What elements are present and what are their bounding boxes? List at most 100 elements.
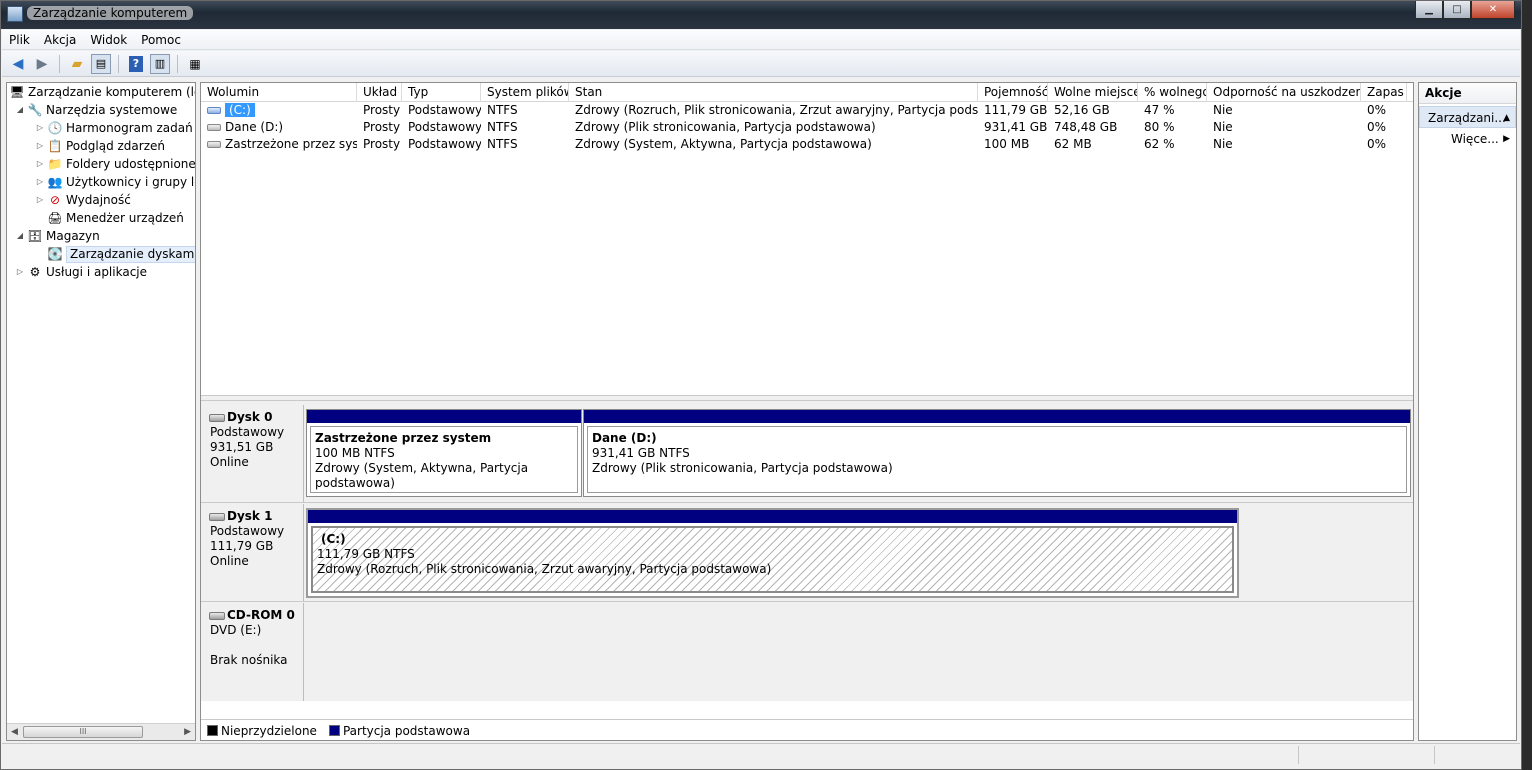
table-row[interactable]: Dane (D:) Prosty Podstawowy NTFS Zdrowy … (201, 119, 1413, 136)
volume-name: Dane (D:) (225, 120, 284, 134)
expand-icon[interactable]: ▷ (35, 155, 45, 173)
column-header-layout[interactable]: Układ (357, 83, 402, 102)
column-header-volume[interactable]: Wolumin (201, 83, 357, 102)
column-header-percent-free[interactable]: % wolnego (1138, 83, 1207, 102)
legend: Nieprzydzielone Partycja podstawowa (201, 719, 1413, 740)
partition-data-d[interactable]: Dane (D:) 931,41 GB NTFS Zdrowy (Plik st… (583, 409, 1411, 497)
volume-capacity: 111,79 GB (984, 103, 1048, 117)
show-hide-action-pane-button[interactable]: ▥ (150, 53, 170, 74)
minimize-button[interactable]: ▁ (1415, 1, 1443, 19)
volume-overhead: 0% (1367, 120, 1387, 134)
help-button[interactable]: ? (126, 54, 146, 74)
tree-item-services[interactable]: ▷ ⚙ Usługi i aplikacje (15, 263, 147, 281)
show-hide-action-icon: ▥ (154, 57, 166, 70)
menu-file[interactable]: Plik (2, 33, 37, 47)
scroll-right-icon[interactable]: ▶ (184, 727, 191, 737)
volume-capacity: 931,41 GB (984, 120, 1048, 134)
maximize-icon: □ (1452, 4, 1462, 15)
actions-group-disk-management[interactable]: Zarządzani... ▲ (1419, 106, 1516, 128)
collapse-icon[interactable]: ◢ (15, 227, 25, 245)
up-folder-button[interactable]: ▰ (67, 54, 87, 74)
properties-icon: ▦ (189, 56, 201, 71)
console-tree[interactable]: 🖥 Zarządzanie komputerem (loka ◢ 🔧 Narzę… (6, 82, 196, 741)
disk-row-1[interactable]: Dysk 1 Podstawowy 111,79 GB Online (C:) … (201, 504, 1413, 602)
tree-item-shared-folders[interactable]: ▷ 📁 Foldery udostępnione (35, 155, 195, 173)
column-header-overhead[interactable]: Zapas (1361, 83, 1407, 102)
tree-item-disk-management[interactable]: 💽 Zarządzanie dyskami (35, 245, 195, 263)
tree-item-local-users[interactable]: ▷ 👥 Użytkownicy i grupy lok (35, 173, 195, 191)
title-bar[interactable]: Zarządzanie komputerem ▁ □ ✕ (1, 1, 1521, 29)
table-row[interactable]: (C:) Prosty Podstawowy NTFS Zdrowy (Rozr… (201, 102, 1413, 119)
close-button[interactable]: ✕ (1471, 1, 1515, 19)
column-header-type[interactable]: Typ (402, 83, 481, 102)
tree-horizontal-scrollbar[interactable]: ◀ III ▶ (7, 723, 195, 740)
tree-item-task-scheduler[interactable]: ▷ 🕓 Harmonogram zadań (35, 119, 193, 137)
tree-item-performance[interactable]: ▷ ⊘ Wydajność (35, 191, 131, 209)
properties-button[interactable]: ▦ (185, 54, 205, 74)
back-button[interactable]: ◀ (8, 54, 28, 74)
expand-icon[interactable]: ▷ (35, 137, 45, 155)
collapse-icon[interactable]: ◢ (15, 101, 25, 119)
disk-name: Dysk 1 (227, 509, 273, 523)
column-header-capacity[interactable]: Pojemność (978, 83, 1048, 102)
tree-item-system-tools[interactable]: ◢ 🔧 Narzędzia systemowe (15, 101, 177, 119)
tree-item-device-manager[interactable]: 🖨 Menedżer urządzeń (35, 209, 184, 227)
legend-label: Partycja podstawowa (342, 723, 471, 738)
menu-view[interactable]: Widok (83, 33, 134, 47)
scroll-left-icon[interactable]: ◀ (11, 727, 18, 737)
menu-help[interactable]: Pomoc (134, 33, 188, 47)
column-header-fault-tolerance[interactable]: Odporność na uszkodzenia (1207, 83, 1361, 102)
users-icon: 👥 (47, 175, 63, 189)
details-pane: Wolumin Układ Typ System plików Stan Poj… (200, 82, 1414, 741)
disk-row-0[interactable]: Dysk 0 Podstawowy 931,51 GB Online Zastr… (201, 405, 1413, 503)
disk-label[interactable]: Dysk 0 Podstawowy 931,51 GB Online (201, 405, 304, 502)
expand-icon[interactable]: ▷ (35, 191, 45, 209)
column-header-status[interactable]: Stan (569, 83, 978, 102)
forward-button[interactable]: ▶ (32, 54, 52, 74)
actions-header: Akcje (1419, 83, 1516, 104)
legend-label: Nieprzydzielone (221, 723, 317, 738)
collapse-up-icon[interactable]: ▲ (1503, 107, 1510, 127)
tree-item-storage[interactable]: ◢ 🗄 Magazyn (15, 227, 100, 245)
expand-icon[interactable]: ▷ (35, 119, 45, 137)
column-header-free-space[interactable]: Wolne miejsce (1048, 83, 1138, 102)
partition-status: Zdrowy (Plik stronicowania, Partycja pod… (592, 461, 893, 475)
device-manager-icon: 🖨 (47, 211, 63, 225)
expand-icon[interactable]: ▷ (15, 263, 25, 281)
table-row[interactable]: Zastrzeżone przez system Prosty Podstawo… (201, 136, 1413, 153)
services-icon: ⚙ (29, 265, 41, 279)
tree-item-event-viewer[interactable]: ▷ 📋 Podgląd zdarzeń (35, 137, 165, 155)
expand-icon[interactable]: ▷ (35, 173, 45, 191)
disk-name: CD-ROM 0 (227, 608, 295, 622)
disk-label[interactable]: Dysk 1 Podstawowy 111,79 GB Online (201, 504, 304, 601)
menu-action[interactable]: Akcja (37, 33, 83, 47)
volume-free-space: 62 MB (1054, 137, 1092, 151)
tree-item-root[interactable]: 🖥 Zarządzanie komputerem (loka (9, 83, 195, 101)
volume-filesystem: NTFS (487, 137, 518, 151)
status-bar (2, 743, 1520, 767)
help-icon: ? (129, 55, 143, 72)
scroll-thumb[interactable]: III (23, 726, 143, 738)
volume-name: Zastrzeżone przez system (225, 137, 357, 151)
volume-free-space: 748,48 GB (1054, 120, 1118, 134)
volume-status: Zdrowy (System, Aktywna, Partycja podsta… (575, 137, 872, 151)
partition-status: Zdrowy (System, Aktywna, Partycja podsta… (315, 461, 529, 490)
status-panel (1298, 746, 1434, 764)
maximize-button[interactable]: □ (1443, 1, 1471, 19)
partition-c[interactable]: (C:) 111,79 GB NTFS Zdrowy (Rozruch, Pli… (306, 508, 1239, 598)
close-icon: ✕ (1488, 4, 1498, 15)
disk-label[interactable]: CD-ROM 0 DVD (E:) Brak nośnika (201, 603, 304, 701)
disk-size: 931,51 GB (210, 440, 274, 454)
show-hide-tree-button[interactable]: ▤ (91, 53, 111, 74)
actions-pane: Akcje Zarządzani... ▲ Więce... ▶ (1418, 82, 1517, 741)
disk-type: Podstawowy (210, 524, 285, 538)
volume-layout: Prosty (363, 137, 401, 151)
cdrom-row-0[interactable]: CD-ROM 0 DVD (E:) Brak nośnika (201, 603, 1413, 701)
column-header-filesystem[interactable]: System plików (481, 83, 569, 102)
volume-overhead: 0% (1367, 103, 1387, 117)
action-more[interactable]: Więce... ▶ (1419, 128, 1516, 150)
partition-status: Zdrowy (Rozruch, Plik stronicowania, Zrz… (317, 562, 772, 576)
partition-system-reserved[interactable]: Zastrzeżone przez system 100 MB NTFS Zdr… (306, 409, 582, 497)
status-panel (1434, 746, 1514, 764)
volume-list[interactable]: Wolumin Układ Typ System plików Stan Poj… (201, 83, 1413, 395)
